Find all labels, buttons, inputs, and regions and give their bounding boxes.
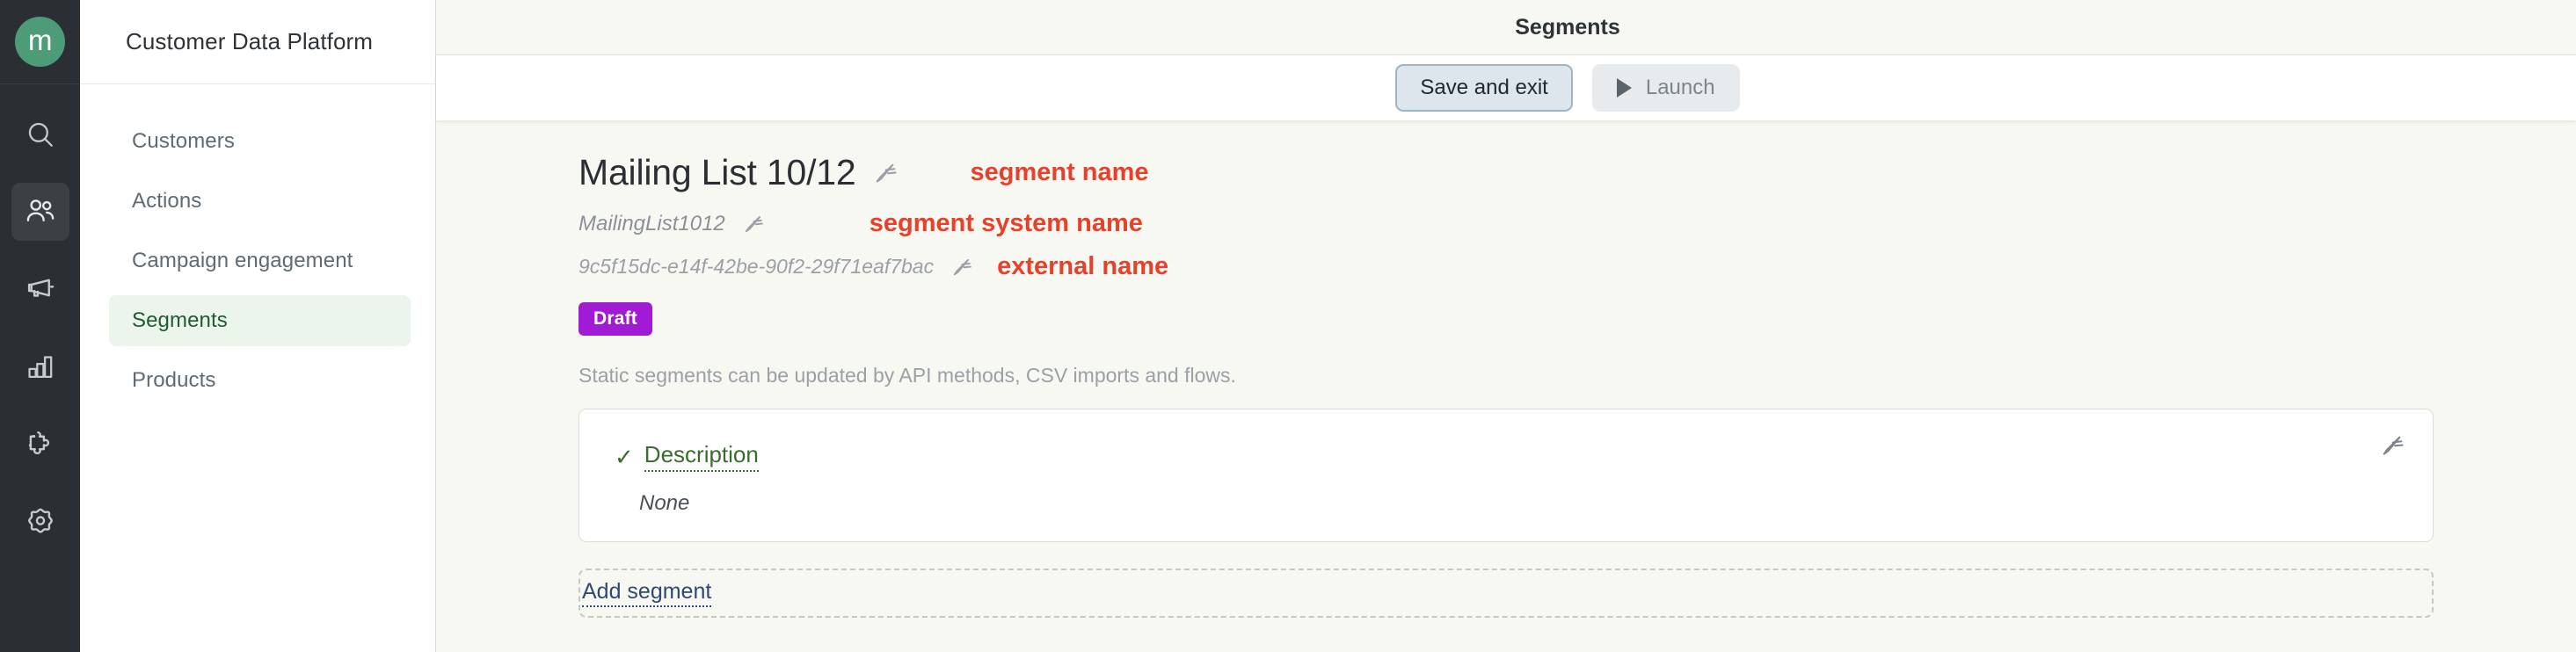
segment-external-name: 9c5f15dc-e14f-42be-90f2-29f71eaf7bac: [579, 255, 935, 278]
sidebar-item-segments[interactable]: Segments: [109, 295, 411, 346]
description-label[interactable]: Description: [644, 441, 759, 472]
status-badge: Draft: [579, 302, 653, 336]
sidebar-nav-panel: Customer Data Platform Customers Actions…: [80, 0, 436, 652]
rail-logo-zone: m: [0, 0, 80, 84]
add-segment-dropzone[interactable]: Add segment: [579, 569, 2434, 618]
description-header: ✓ Description: [615, 441, 2398, 472]
sidebar-item-products[interactable]: Products: [109, 355, 411, 406]
segment-external-name-row: 9c5f15dc-e14f-42be-90f2-29f71eaf7bac ext…: [579, 252, 2434, 281]
annotation-segment-name: segment name: [970, 158, 1149, 186]
sidebar-item-customers[interactable]: Customers: [109, 116, 411, 167]
rail-item-analytics[interactable]: [11, 337, 69, 395]
gear-icon: [25, 505, 56, 537]
description-card: ✓ Description None: [579, 409, 2434, 542]
segment-system-name: MailingList1012: [579, 211, 725, 235]
main-region: Segments Save and exit Launch Mailing Li…: [436, 0, 2576, 652]
segment-system-name-row: MailingList1012 segment system name: [579, 209, 2434, 238]
save-and-exit-button[interactable]: Save and exit: [1395, 64, 1573, 112]
megaphone-icon: [25, 273, 56, 305]
rail-item-customers[interactable]: [11, 183, 69, 241]
app-window: m Customer Data Platform Customers Actio…: [0, 0, 2576, 652]
page-title: Segments: [1515, 14, 1620, 40]
launch-button-label: Launch: [1645, 76, 1715, 99]
puzzle-icon: [25, 428, 56, 460]
icon-rail: m: [0, 0, 80, 652]
page-header: Segments: [436, 0, 2576, 55]
app-title: Customer Data Platform: [126, 28, 374, 54]
sidebar-item-campaign-engagement[interactable]: Campaign engagement: [109, 235, 411, 286]
bar-chart-icon: [25, 351, 55, 381]
annotation-external-name: external name: [997, 252, 1169, 280]
sidebar-header: Customer Data Platform: [80, 0, 435, 84]
launch-button[interactable]: Launch: [1591, 64, 1740, 112]
segment-name-row: Mailing List 10/12 segment name: [579, 152, 2434, 193]
description-value: None: [639, 491, 690, 515]
edit-segment-name-pencil-icon[interactable]: [871, 160, 898, 186]
segment-name: Mailing List 10/12: [579, 152, 856, 192]
rail-item-search[interactable]: [11, 105, 69, 163]
edit-external-name-pencil-icon[interactable]: [950, 256, 972, 279]
add-segment-link[interactable]: Add segment: [582, 579, 712, 607]
annotation-segment-system-name: segment system name: [869, 209, 1143, 237]
rail-item-integrations[interactable]: [11, 415, 69, 473]
segment-detail-content: Mailing List 10/12 segment name MailingL…: [436, 120, 2576, 652]
search-icon: [25, 120, 55, 149]
edit-description-pencil-icon[interactable]: [2378, 432, 2405, 463]
check-icon: ✓: [615, 443, 634, 470]
rail-item-settings[interactable]: [11, 492, 69, 550]
users-icon: [25, 196, 56, 228]
rail-item-campaigns[interactable]: [11, 260, 69, 318]
app-logo[interactable]: m: [15, 17, 65, 67]
edit-segment-system-name-pencil-icon[interactable]: [741, 213, 764, 235]
rail-item-list: [11, 105, 69, 569]
play-icon: [1616, 78, 1632, 98]
sidebar-item-actions[interactable]: Actions: [109, 176, 411, 227]
sidebar-item-list: Customers Actions Campaign engagement Se…: [80, 84, 435, 415]
action-toolbar: Save and exit Launch: [436, 55, 2576, 120]
segment-helper-text: Static segments can be updated by API me…: [579, 364, 1236, 387]
